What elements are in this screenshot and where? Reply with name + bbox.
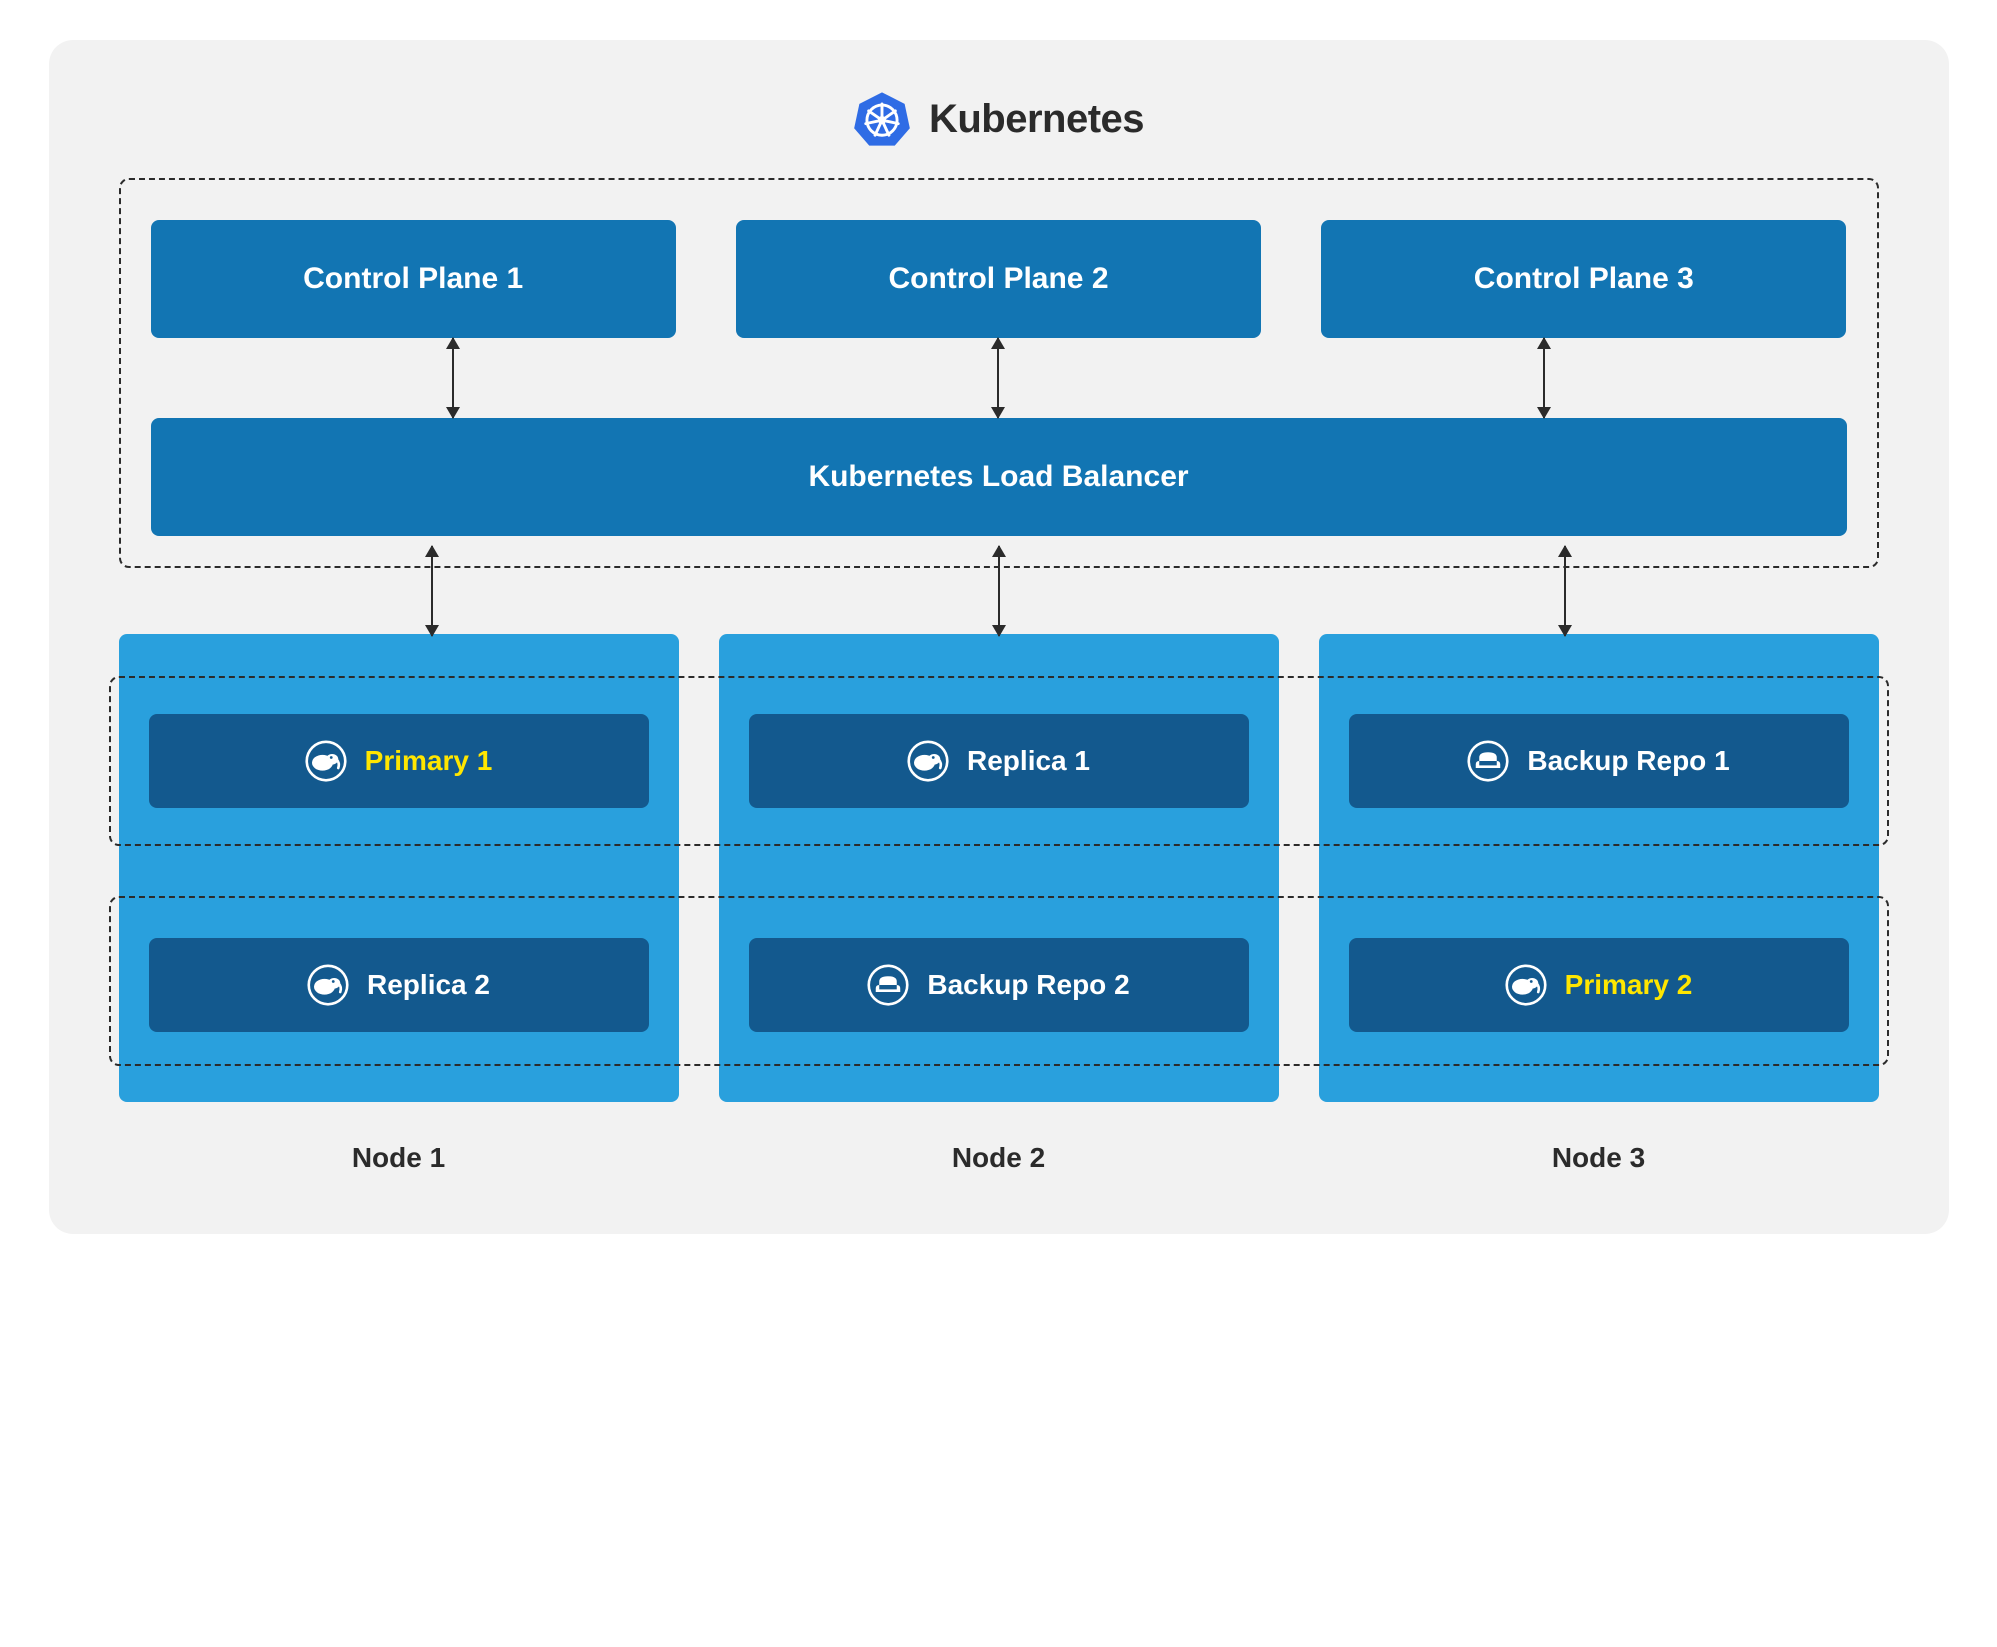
sofa-icon: [1467, 740, 1509, 782]
node-2: Replica 1 Backup Repo 2: [719, 634, 1279, 1102]
arrow-bidir-icon: [998, 546, 1000, 636]
pod-replica-2: Replica 2: [149, 938, 649, 1032]
node-3: Backup Repo 1 Primary 2: [1319, 634, 1879, 1102]
node-labels-row: Node 1 Node 2 Node 3: [119, 1142, 1879, 1174]
node-1-label: Node 1: [119, 1142, 679, 1174]
pod-label: Primary 2: [1565, 969, 1693, 1001]
pod-label: Primary 1: [365, 745, 493, 777]
control-plane-3: Control Plane 3: [1321, 220, 1846, 338]
load-balancer-box: Kubernetes Load Balancer: [151, 418, 1847, 536]
node-1: Primary 1 Replica 2: [119, 634, 679, 1102]
sofa-icon: [867, 964, 909, 1006]
pod-backup-repo-2: Backup Repo 2: [749, 938, 1249, 1032]
arrow-bidir-icon: [997, 338, 999, 418]
pod-backup-repo-1: Backup Repo 1: [1349, 714, 1849, 808]
node-2-label: Node 2: [719, 1142, 1279, 1174]
pod-primary-1: Primary 1: [149, 714, 649, 808]
arrows-lb-to-nodes: [119, 546, 1879, 636]
pod-label: Backup Repo 1: [1527, 745, 1729, 777]
diagram-header: Kubernetes: [119, 90, 1879, 148]
node-3-label: Node 3: [1319, 1142, 1879, 1174]
control-plane-1: Control Plane 1: [151, 220, 676, 338]
control-plane-row: Control Plane 1 Control Plane 2 Control …: [151, 220, 1847, 338]
pod-replica-1: Replica 1: [749, 714, 1249, 808]
elephant-icon: [307, 964, 349, 1006]
diagram-canvas: Kubernetes Control Plane 1 Control Plane…: [49, 40, 1949, 1234]
header-title: Kubernetes: [929, 97, 1144, 142]
pod-label: Replica 2: [367, 969, 490, 1001]
elephant-icon: [305, 740, 347, 782]
arrow-bidir-icon: [452, 338, 454, 418]
kubernetes-icon: [853, 90, 911, 148]
arrows-cp-to-lb: [151, 338, 1847, 418]
pod-label: Backup Repo 2: [927, 969, 1129, 1001]
control-plane-2: Control Plane 2: [736, 220, 1261, 338]
elephant-icon: [1505, 964, 1547, 1006]
nodes-row: Primary 1 Replica 2: [119, 634, 1879, 1102]
pod-label: Replica 1: [967, 745, 1090, 777]
control-plane-group: Control Plane 1 Control Plane 2 Control …: [119, 178, 1879, 568]
arrow-bidir-icon: [1564, 546, 1566, 636]
pod-primary-2: Primary 2: [1349, 938, 1849, 1032]
arrow-bidir-icon: [431, 546, 433, 636]
arrow-bidir-icon: [1543, 338, 1545, 418]
elephant-icon: [907, 740, 949, 782]
